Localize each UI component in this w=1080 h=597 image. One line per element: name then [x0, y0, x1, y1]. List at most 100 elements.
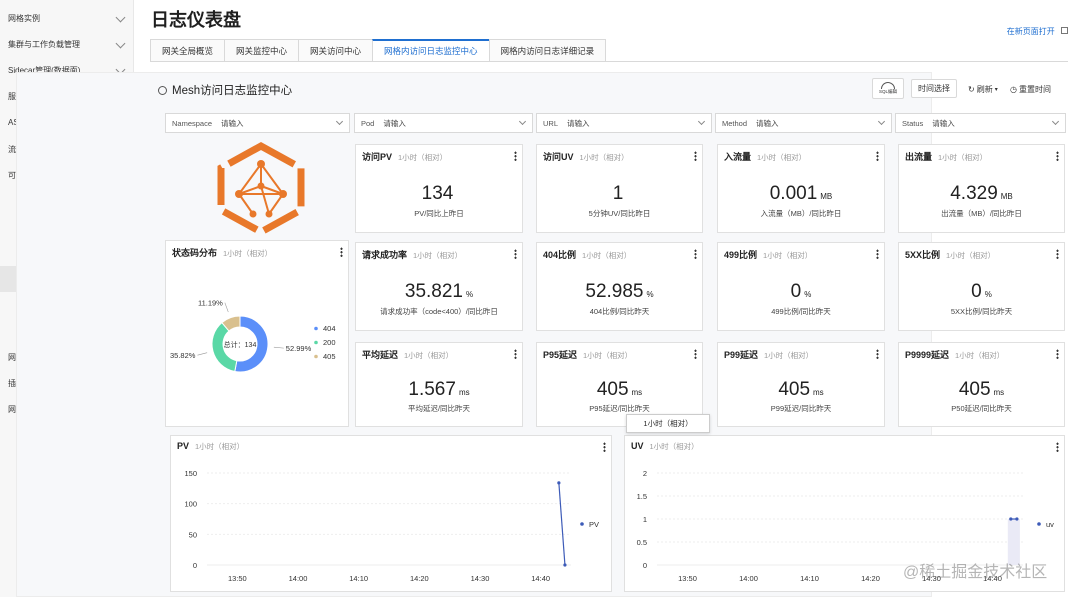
filter-input[interactable]: 请输入 — [756, 118, 779, 129]
data-point[interactable] — [563, 563, 567, 567]
metric-desc: PV/同比上昨日 — [414, 209, 464, 218]
metric-value: 1 — [537, 183, 702, 205]
tab[interactable]: 网关全局概览 — [150, 39, 226, 62]
history-icon: ◷ — [1010, 84, 1017, 94]
more-icon[interactable] — [1056, 249, 1059, 259]
refresh-icon: ↻ — [968, 84, 975, 94]
legend-dot — [1037, 522, 1041, 526]
y-tick-label: 1 — [643, 515, 647, 524]
filter-input[interactable]: 请输入 — [567, 118, 590, 129]
more-icon[interactable] — [603, 442, 606, 452]
filter-input[interactable]: 请输入 — [221, 118, 244, 129]
more-icon[interactable] — [694, 249, 697, 259]
tab[interactable]: 网关监控中心 — [224, 39, 300, 62]
metric-title-label: P9999延迟 — [905, 350, 950, 360]
filter-label: URL — [543, 118, 559, 128]
metric-title-label: 平均延迟 — [362, 350, 399, 360]
tab-bar: 网关全局概览 网关监控中心 网关访问中心 网格内访问日志监控中心 网格内访问日志详细记录 — [150, 39, 607, 62]
metric-title: 平均延迟 1小时（相对） — [362, 348, 453, 361]
metric-card: P99延迟 1小时（相对） 405 ms P99延迟/同比昨天 — [717, 342, 885, 427]
x-tick-label: 13:50 — [678, 574, 697, 583]
filter-label: Namespace — [172, 118, 213, 128]
more-icon[interactable] — [694, 151, 697, 161]
metric-title-label: 请求成功率 — [362, 250, 408, 260]
data-point[interactable] — [1009, 517, 1013, 521]
chevron-down-icon[interactable] — [115, 38, 126, 49]
y-tick-label: 0.5 — [637, 538, 647, 547]
metric-number: 4.329 — [950, 183, 998, 204]
tab[interactable]: 网关访问中心 — [298, 39, 374, 62]
more-icon[interactable] — [876, 249, 879, 259]
metric-value: 405 ms — [537, 379, 702, 401]
metric-number: 0 — [971, 281, 982, 302]
metric-title: 499比例 1小时（相对） — [724, 248, 812, 261]
watermark: @稀土掘金技术社区 — [903, 564, 1048, 581]
metric-desc: 5XX比例/同比昨天 — [950, 307, 1013, 316]
metric-title: 5XX比例 1小时（相对） — [905, 248, 995, 261]
legend-label: uv — [1046, 520, 1054, 529]
metric-title-label: 5XX比例 — [905, 250, 941, 260]
metric-card: 请求成功率 1小时（相对） 35.821% 请求成功率（code<400）/同比昨日 — [355, 242, 523, 331]
metric-number: 35.821 — [404, 281, 463, 302]
filter-method[interactable]: Method 请输入 — [715, 113, 892, 133]
status-code-sub: 1小时（相对） — [223, 249, 273, 258]
metric-value: 405 ms — [718, 379, 884, 401]
external-link-icon — [1061, 27, 1068, 34]
metric-title: 访问UV 1小时（相对） — [543, 150, 629, 163]
filter-input[interactable]: 请输入 — [932, 118, 955, 129]
metric-card: 访问UV 1小时（相对） 1 5分钟UV/同比昨日 — [536, 144, 703, 233]
legend-label: 404 — [323, 324, 336, 333]
more-icon[interactable] — [514, 349, 517, 359]
time-select-button[interactable]: 时间选择 — [911, 79, 957, 98]
caret-down-icon: ▾ — [994, 86, 998, 93]
more-icon[interactable] — [876, 151, 879, 161]
pv-chart-title-label: PV — [177, 441, 190, 451]
metric-desc: 499比例/同比昨天 — [771, 307, 831, 316]
reset-time-button[interactable]: ◷ 重置时间 — [1004, 79, 1057, 99]
metric-value: 0.001 MB — [718, 183, 884, 205]
more-icon[interactable] — [1056, 151, 1059, 161]
y-tick-label: 100 — [184, 500, 197, 509]
metric-value: 52.985% — [537, 281, 702, 303]
chevron-down-icon[interactable] — [115, 12, 126, 23]
refresh-button[interactable]: ↻ 刷新 ▾ — [962, 79, 1004, 99]
data-point[interactable] — [557, 481, 561, 485]
more-icon[interactable] — [1056, 442, 1059, 452]
tab[interactable]: 网格内访问日志监控中心 — [372, 39, 490, 62]
gauge-icon — [158, 85, 167, 95]
open-new-page-link[interactable]: 在新页面打开 — [1007, 26, 1068, 37]
filter-label: Method — [722, 118, 748, 128]
sidebar-item[interactable]: 网格实例 — [0, 5, 134, 31]
x-tick-label: 14:40 — [531, 574, 550, 583]
sql-edit-button[interactable]: SQL编辑 — [872, 78, 904, 99]
filter-status[interactable]: Status 请输入 — [895, 113, 1066, 133]
pv-chart-sub: 1小时（相对） — [195, 442, 245, 451]
filter-pod[interactable]: Pod 请输入 — [354, 113, 533, 133]
metric-unit: ms — [993, 388, 1005, 397]
filter-namespace[interactable]: Namespace 请输入 — [165, 113, 350, 133]
metric-value: 0% — [718, 281, 884, 303]
metric-sub: 1小时（相对） — [413, 251, 463, 260]
sidebar-item[interactable]: 集群与工作负载管理 — [0, 31, 134, 57]
metric-sub: 1小时（相对） — [938, 153, 988, 162]
data-point[interactable] — [1015, 517, 1019, 521]
more-icon[interactable] — [1056, 349, 1059, 359]
more-icon[interactable] — [514, 249, 517, 259]
y-tick-label: 50 — [189, 530, 197, 539]
x-tick-label: 14:00 — [289, 574, 308, 583]
more-icon[interactable] — [340, 247, 343, 257]
pie-leader-line — [224, 302, 229, 313]
open-new-page-label: 在新页面打开 — [1006, 27, 1055, 36]
metric-card: 平均延迟 1小时（相对） 1.567 ms 平均延迟/同比昨天 — [355, 342, 523, 427]
metric-desc: P95延迟/同比昨天 — [589, 404, 650, 413]
refresh-label: 刷新 — [976, 84, 993, 94]
metric-number: 1.567 — [408, 379, 456, 400]
metric-value: 405 ms — [899, 379, 1064, 401]
more-icon[interactable] — [514, 151, 517, 161]
filter-url[interactable]: URL 请输入 — [536, 113, 712, 133]
filter-input[interactable]: 请输入 — [383, 118, 406, 129]
x-tick-label: 14:10 — [800, 574, 819, 583]
more-icon[interactable] — [694, 349, 697, 359]
more-icon[interactable] — [876, 349, 879, 359]
tab[interactable]: 网格内访问日志详细记录 — [488, 39, 607, 62]
